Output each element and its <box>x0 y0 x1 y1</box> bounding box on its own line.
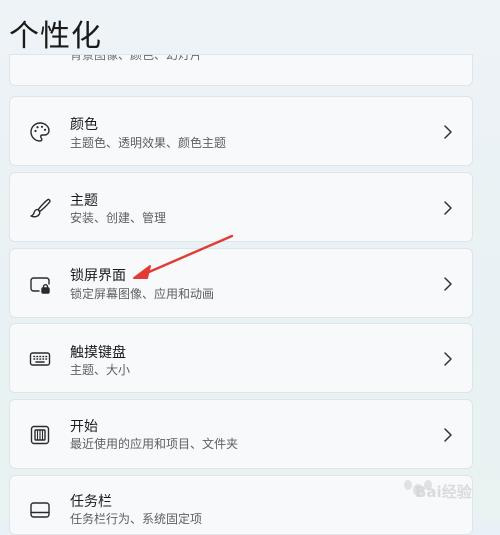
chevron-right-icon <box>442 427 454 443</box>
start-icon <box>27 422 53 448</box>
settings-item-label: 锁屏界面 <box>70 268 126 284</box>
palette-icon <box>27 119 53 145</box>
settings-item-description: 锁定屏幕图像、应用和动画 <box>70 287 215 301</box>
settings-item-description: 主题色、透明效果、颜色主题 <box>70 136 227 150</box>
settings-item-lock-screen[interactable]: 锁屏界面 锁定屏幕图像、应用和动画 <box>9 248 473 318</box>
chevron-right-icon <box>442 276 454 292</box>
chevron-right-icon <box>442 124 454 140</box>
brush-icon <box>27 195 53 221</box>
chevron-right-icon <box>442 200 454 216</box>
settings-item-themes[interactable]: 主题 安装、创建、管理 <box>9 172 473 242</box>
settings-item-description: 背景图像、颜色、幻灯片 <box>70 54 203 62</box>
settings-item-start[interactable]: 开始 最近使用的应用和项目、文件夹 <box>9 399 473 469</box>
settings-item-label: 颜色 <box>70 117 98 133</box>
lock-screen-icon <box>27 272 53 298</box>
settings-item-label: 任务栏 <box>70 494 112 510</box>
settings-item-description: 安装、创建、管理 <box>70 211 167 225</box>
settings-item-touch-keyboard[interactable]: 触摸键盘 主题、大小 <box>9 323 473 393</box>
settings-item-description: 任务栏行为、系统固定项 <box>70 512 203 526</box>
settings-item-label: 开始 <box>70 419 98 435</box>
keyboard-icon <box>27 346 53 372</box>
settings-item-label: 触摸键盘 <box>70 345 126 361</box>
settings-item-colors[interactable]: 颜色 主题色、透明效果、颜色主题 <box>9 96 473 166</box>
settings-item-label: 主题 <box>70 193 98 209</box>
chevron-right-icon <box>442 351 454 367</box>
settings-item-description: 最近使用的应用和项目、文件夹 <box>70 437 239 451</box>
page-title: 个性化 <box>9 19 102 54</box>
taskbar-icon <box>27 497 53 523</box>
settings-item-background[interactable]: 背景图像、颜色、幻灯片 <box>9 54 473 86</box>
settings-item-description: 主题、大小 <box>70 363 131 377</box>
watermark-text: Bai经验 <box>415 483 472 501</box>
